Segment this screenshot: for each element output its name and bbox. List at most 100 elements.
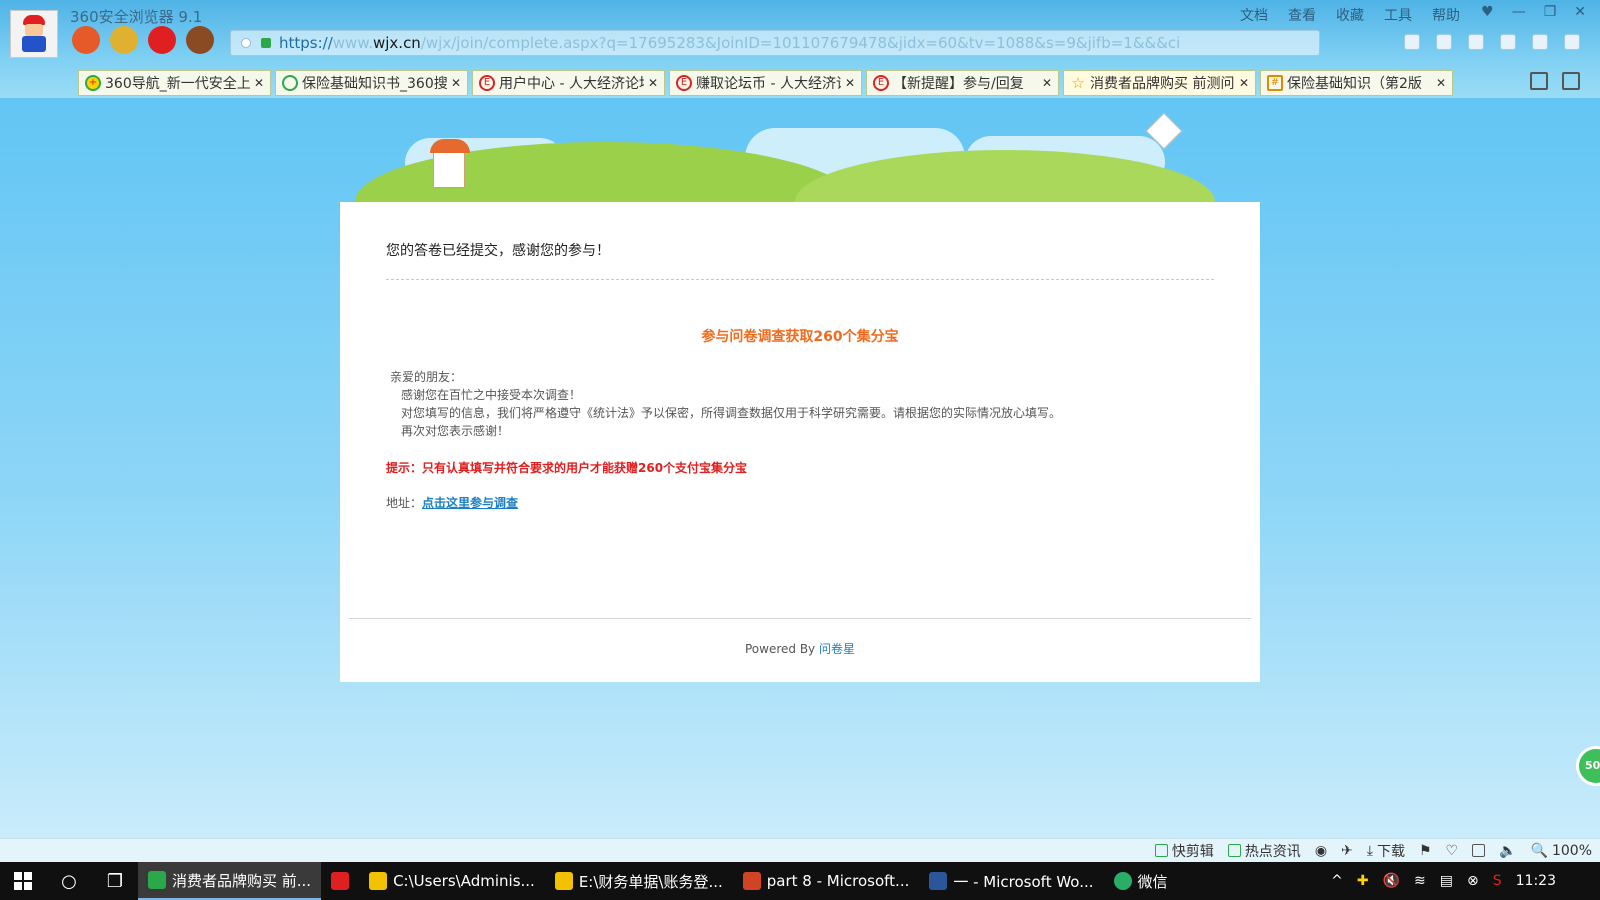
powered-by: Powered By 问卷星 [340, 640, 1260, 657]
tab-close-icon[interactable]: ✕ [1239, 76, 1249, 90]
windows-logo-icon [14, 872, 32, 890]
close-circle-icon[interactable]: ⊗ [1467, 873, 1479, 889]
window-icon[interactable] [1472, 844, 1486, 857]
zoom-control[interactable]: 🔍 100% [1531, 843, 1592, 859]
tab-label: 用户中心 - 人大经济论坛 [499, 76, 644, 92]
browser-title: 360安全浏览器 9.1 [70, 8, 203, 26]
menu-tools[interactable]: 工具 [1384, 5, 1412, 25]
browser-logo-icon[interactable] [10, 10, 58, 58]
lock-icon[interactable] [261, 38, 271, 48]
tab-label: 保险基础知识（第2版 [1287, 76, 1422, 92]
edit-icon[interactable] [1562, 72, 1580, 90]
360-tray-icon[interactable]: ✚ [1357, 873, 1369, 889]
clock[interactable]: 11:23 [1516, 873, 1556, 889]
tab-list-icon[interactable] [1530, 72, 1548, 90]
tab-extra-icons [1530, 72, 1580, 90]
tab-insurance-search[interactable]: 保险基础知识书_360搜索 ✕ [275, 70, 468, 96]
toolbar-icons [1404, 34, 1580, 50]
skin-icons [72, 26, 214, 54]
tab-label: 【新提醒】参与/回复 [893, 76, 1024, 92]
address-label: 地址： [386, 496, 423, 510]
tab-label: 保险基础知识书_360搜索 [302, 76, 447, 92]
menu-favorites[interactable]: 收藏 [1336, 5, 1364, 25]
taskbar-item-app[interactable] [321, 862, 359, 900]
taskbar-item-label: 微信 [1137, 872, 1168, 891]
wechat-icon [1113, 872, 1132, 890]
close-icon[interactable]: ✕ [1574, 4, 1586, 20]
address-url[interactable]: https://www.wjx.cn/wjx/join/complete.asp… [279, 34, 1179, 52]
hot-news-label: 热点资讯 [1244, 843, 1301, 860]
url-path: /wjx/join/complete.aspx?q=17695283&JoinI… [420, 34, 1179, 52]
wifi-icon[interactable]: ≋ [1414, 873, 1426, 889]
zoom-icon: 🔍 [1530, 842, 1548, 859]
address-bar[interactable]: https://www.wjx.cn/wjx/join/complete.asp… [230, 30, 1320, 56]
site-info-icon[interactable] [241, 38, 251, 48]
sogou-icon[interactable]: S [1493, 873, 1502, 889]
tab-consumer-survey[interactable]: ☆ 消费者品牌购买 前测问卷 ✕ [1063, 70, 1256, 96]
zoom-value: 100% [1551, 842, 1592, 859]
tab-close-icon[interactable]: ✕ [845, 76, 855, 90]
taskbar-item-browser[interactable]: 消费者品牌购买 前... [138, 862, 322, 900]
tab-close-icon[interactable]: ✕ [1436, 76, 1446, 90]
star-icon: ☆ [1071, 74, 1085, 92]
tab-insurance-book[interactable]: # 保险基础知识（第2版 ✕ [1260, 70, 1453, 96]
wjx-link[interactable]: 问卷星 [819, 642, 855, 656]
taskbar-item-wechat[interactable]: 微信 [1104, 862, 1178, 900]
tab-close-icon[interactable]: ✕ [254, 76, 264, 90]
task-view-icon[interactable]: ❐ [92, 862, 138, 900]
dashed-divider [386, 279, 1214, 280]
tab-close-icon[interactable]: ✕ [648, 76, 658, 90]
greeting-line: 再次对您表示感谢！ [401, 424, 510, 438]
greeting-block: 亲爱的朋友： 感谢您在百忙之中接受本次调查！ 对您填写的信息，我们将严格遵守《统… [390, 368, 1061, 440]
flag-icon[interactable]: ⚑ [1419, 843, 1432, 859]
participate-link[interactable]: 点击这里参与调查 [422, 496, 518, 510]
folder-icon [369, 872, 388, 890]
tab-earn-coins[interactable]: E 赚取论坛币 - 人大经济论坛 ✕ [669, 70, 862, 96]
menu-doc[interactable]: 文档 [1240, 5, 1268, 25]
tab-favicon-icon: + [85, 75, 101, 91]
taskbar-item-powerpoint[interactable]: part 8 - Microsoft... [733, 862, 920, 900]
search-icon[interactable] [1564, 34, 1580, 50]
tab-label: 赚取论坛币 - 人大经济论坛 [696, 76, 841, 92]
extension-icon[interactable] [1404, 34, 1420, 50]
goomba-icon [186, 26, 214, 54]
submission-message: 您的答卷已经提交，感谢您的参与！ [386, 243, 610, 259]
browser-chrome: 360安全浏览器 9.1 文档 查看 收藏 工具 帮助 ♥ — ❐ ✕ http… [0, 0, 1600, 98]
translate-icon[interactable] [1468, 34, 1484, 50]
pin-icon[interactable]: ✈ [1341, 843, 1353, 859]
heart-icon[interactable]: ♥ [1481, 4, 1494, 20]
menu-help[interactable]: 帮助 [1432, 5, 1460, 25]
menu-view[interactable]: 查看 [1288, 5, 1316, 25]
footer-divider [349, 618, 1251, 619]
accelerate-icon[interactable]: ◉ [1315, 843, 1327, 859]
cortana-icon[interactable]: ○ [46, 862, 92, 900]
start-button[interactable] [0, 862, 46, 900]
taskbar-item-explorer-2[interactable]: E:\财务单据\账务登... [545, 862, 733, 900]
screenshot-icon[interactable] [1500, 34, 1516, 50]
download-button[interactable]: ⤓ 下载 [1367, 841, 1405, 861]
tab-new-reminder[interactable]: E 【新提醒】参与/回复 ✕ [866, 70, 1059, 96]
extension-icon[interactable] [1436, 34, 1452, 50]
tab-360-nav[interactable]: + 360导航_新一代安全上网导航 ✕ [78, 70, 271, 96]
word-icon [929, 872, 948, 890]
tab-favicon-icon: E [873, 75, 889, 91]
taskbar-item-explorer[interactable]: C:\Users\Adminis... [359, 862, 545, 900]
favorite-icon[interactable]: ♡ [1446, 843, 1459, 859]
quick-clip-button[interactable]: 快剪辑 [1154, 841, 1214, 861]
floating-assistant-badge[interactable]: 50 [1576, 746, 1600, 786]
notification-icon[interactable]: ▤ [1440, 873, 1453, 889]
tab-close-icon[interactable]: ✕ [451, 76, 461, 90]
tab-user-center[interactable]: E 用户中心 - 人大经济论坛 ✕ [472, 70, 665, 96]
chevron-up-icon[interactable]: ^ [1331, 873, 1343, 889]
download-icon: ⤓ [1366, 842, 1373, 859]
hot-news-button[interactable]: 热点资讯 [1227, 841, 1301, 861]
speaker-icon[interactable]: 🔈 [1499, 843, 1516, 859]
taskbar-item-word[interactable]: 一 - Microsoft Wo... [919, 862, 1103, 900]
maximize-icon[interactable]: ❐ [1544, 4, 1557, 20]
volume-muted-icon[interactable]: 🔇 [1383, 873, 1400, 889]
gamepad-icon[interactable] [1532, 34, 1548, 50]
minimize-icon[interactable]: — [1512, 4, 1526, 20]
tab-close-icon[interactable]: ✕ [1042, 76, 1052, 90]
greeting: 亲爱的朋友： [390, 370, 463, 384]
system-tray: ^ ✚ 🔇 ≋ ▤ ⊗ S 11:23 [1331, 873, 1600, 889]
